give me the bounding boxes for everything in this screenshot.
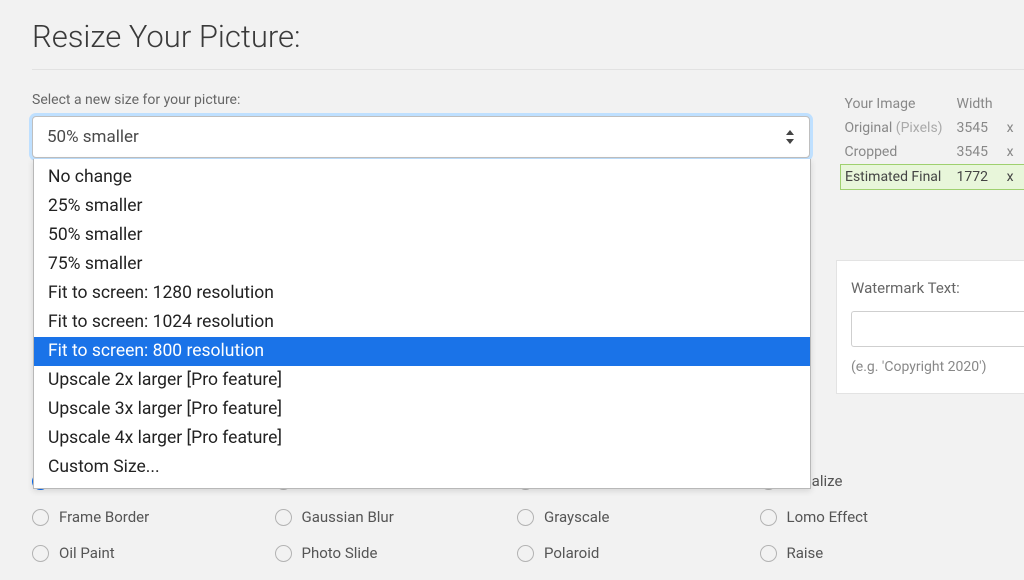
info-row-label: Original (Pixels) [841, 116, 953, 140]
resize-option[interactable]: Fit to screen: 800 resolution [34, 337, 810, 366]
effect-label: Lomo Effect [787, 508, 868, 526]
effect-label: Oil Paint [59, 544, 115, 562]
radio-icon [760, 545, 777, 562]
resize-option[interactable]: 50% smaller [34, 221, 810, 250]
radio-icon [517, 509, 534, 526]
resize-option[interactable]: Upscale 2x larger [Pro feature] [34, 366, 810, 395]
resize-select-value: 50% smaller [47, 127, 139, 147]
resize-option[interactable]: 75% smaller [34, 250, 810, 279]
info-row-width: 1772 [953, 165, 1003, 190]
info-row-sep: x [1003, 165, 1024, 190]
resize-option[interactable]: Fit to screen: 1280 resolution [34, 279, 810, 308]
info-row-width: 3545 [953, 116, 1003, 140]
page-title: Resize Your Picture: [32, 18, 1024, 55]
resize-option[interactable]: 25% smaller [34, 192, 810, 221]
info-row-width: 3545 [953, 140, 1003, 165]
radio-icon [275, 509, 292, 526]
radio-icon [760, 509, 777, 526]
info-row-sep: x [1003, 116, 1024, 140]
watermark-panel: Watermark Text: (e.g. 'Copyright 2020') [836, 260, 1024, 394]
effect-label: Polaroid [544, 544, 599, 562]
watermark-label: Watermark Text: [851, 279, 1024, 297]
resize-select-dropdown[interactable]: No change25% smaller50% smaller75% small… [33, 159, 811, 489]
resize-select-label: Select a new size for your picture: [32, 92, 810, 108]
effect-label: Grayscale [544, 508, 610, 526]
effect-label: Frame Border [59, 508, 149, 526]
effect-label: Gaussian Blur [302, 508, 394, 526]
effect-option[interactable]: Raise [760, 544, 993, 562]
effect-option[interactable]: Photo Slide [275, 544, 508, 562]
info-header-image: Your Image [841, 92, 953, 116]
info-row-label: Cropped [841, 140, 953, 165]
info-row-sep: x [1003, 140, 1024, 165]
radio-icon [517, 545, 534, 562]
radio-icon [32, 509, 49, 526]
effect-option[interactable]: Grayscale [517, 508, 750, 526]
effect-option[interactable]: Lomo Effect [760, 508, 993, 526]
effect-label: Raise [787, 544, 824, 562]
radio-icon [32, 545, 49, 562]
resize-option[interactable]: Fit to screen: 1024 resolution [34, 308, 810, 337]
effect-option[interactable]: Frame Border [32, 508, 265, 526]
select-caret-icon [785, 130, 795, 144]
resize-select[interactable]: 50% smaller No change25% smaller50% smal… [32, 116, 810, 158]
watermark-input[interactable] [851, 311, 1024, 347]
divider [32, 69, 1024, 70]
effect-label: Photo Slide [302, 544, 378, 562]
radio-icon [275, 545, 292, 562]
resize-option[interactable]: Custom Size... [34, 453, 810, 482]
image-info-table: Your Image Width Original (Pixels)3545xC… [840, 92, 1024, 190]
effect-option[interactable]: Polaroid [517, 544, 750, 562]
resize-option[interactable]: Upscale 4x larger [Pro feature] [34, 424, 810, 453]
watermark-hint: (e.g. 'Copyright 2020') [851, 359, 1024, 375]
info-row-label: Estimated Final [841, 165, 953, 190]
effect-option[interactable]: Gaussian Blur [275, 508, 508, 526]
resize-option[interactable]: No change [34, 163, 810, 192]
info-header-width: Width [953, 92, 1003, 116]
resize-option[interactable]: Upscale 3x larger [Pro feature] [34, 395, 810, 424]
effect-option[interactable]: Oil Paint [32, 544, 265, 562]
